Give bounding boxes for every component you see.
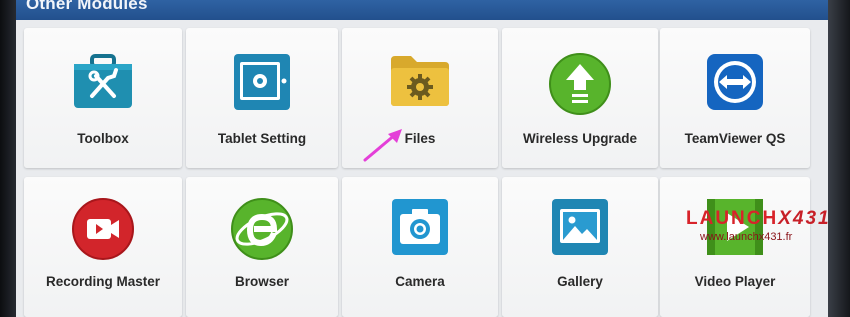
pointer-arrow-icon — [363, 129, 402, 162]
video-record-icon — [71, 197, 135, 266]
launch-watermark: LAUNCHX431 www.launchx431.fr — [686, 208, 831, 243]
device-bezel-left — [0, 0, 16, 317]
module-tablet-setting[interactable]: Tablet Setting — [186, 28, 338, 168]
module-wireless-upgrade[interactable]: Wireless Upgrade — [502, 28, 658, 168]
module-toolbox[interactable]: Toolbox — [24, 28, 182, 168]
module-label: Recording Master — [45, 274, 161, 289]
module-label: Camera — [395, 274, 445, 289]
module-browser[interactable]: Browser — [186, 177, 338, 317]
watermark-url: www.launchx431.fr — [700, 231, 793, 243]
module-label: Wireless Upgrade — [523, 131, 637, 146]
tablet-settings-icon — [232, 52, 292, 117]
folder-gear-icon — [389, 52, 451, 113]
camera-icon — [390, 197, 450, 262]
browser-e-icon — [230, 197, 294, 266]
teamviewer-icon — [705, 52, 765, 117]
device-bezel-right — [828, 0, 850, 317]
module-teamviewer[interactable]: TeamViewer QS — [660, 28, 810, 168]
page-title: Other Modules — [26, 0, 148, 13]
module-label: Tablet Setting — [217, 131, 307, 146]
module-label: TeamViewer QS — [684, 131, 786, 146]
screen: Other Modules Toolbox Tablet Setting Fil… — [16, 0, 828, 317]
module-label: Gallery — [557, 274, 603, 289]
module-video-player[interactable]: Video Player — [660, 177, 810, 317]
header-bar: Other Modules — [16, 0, 828, 20]
toolbox-icon — [72, 52, 134, 117]
module-label: Video Player — [694, 274, 776, 289]
module-gallery[interactable]: Gallery — [502, 177, 658, 317]
module-recording-master[interactable]: Recording Master — [24, 177, 182, 317]
gallery-icon — [550, 197, 610, 262]
module-label: Toolbox — [77, 131, 129, 146]
module-label: Browser — [234, 274, 290, 289]
watermark-brand-text: LAUNCH — [686, 208, 779, 229]
watermark-brand-suffix: X431 — [778, 208, 831, 229]
module-camera[interactable]: Camera — [342, 177, 498, 317]
watermark-brand: LAUNCHX431 — [686, 208, 831, 230]
upgrade-arrow-icon — [548, 52, 612, 121]
